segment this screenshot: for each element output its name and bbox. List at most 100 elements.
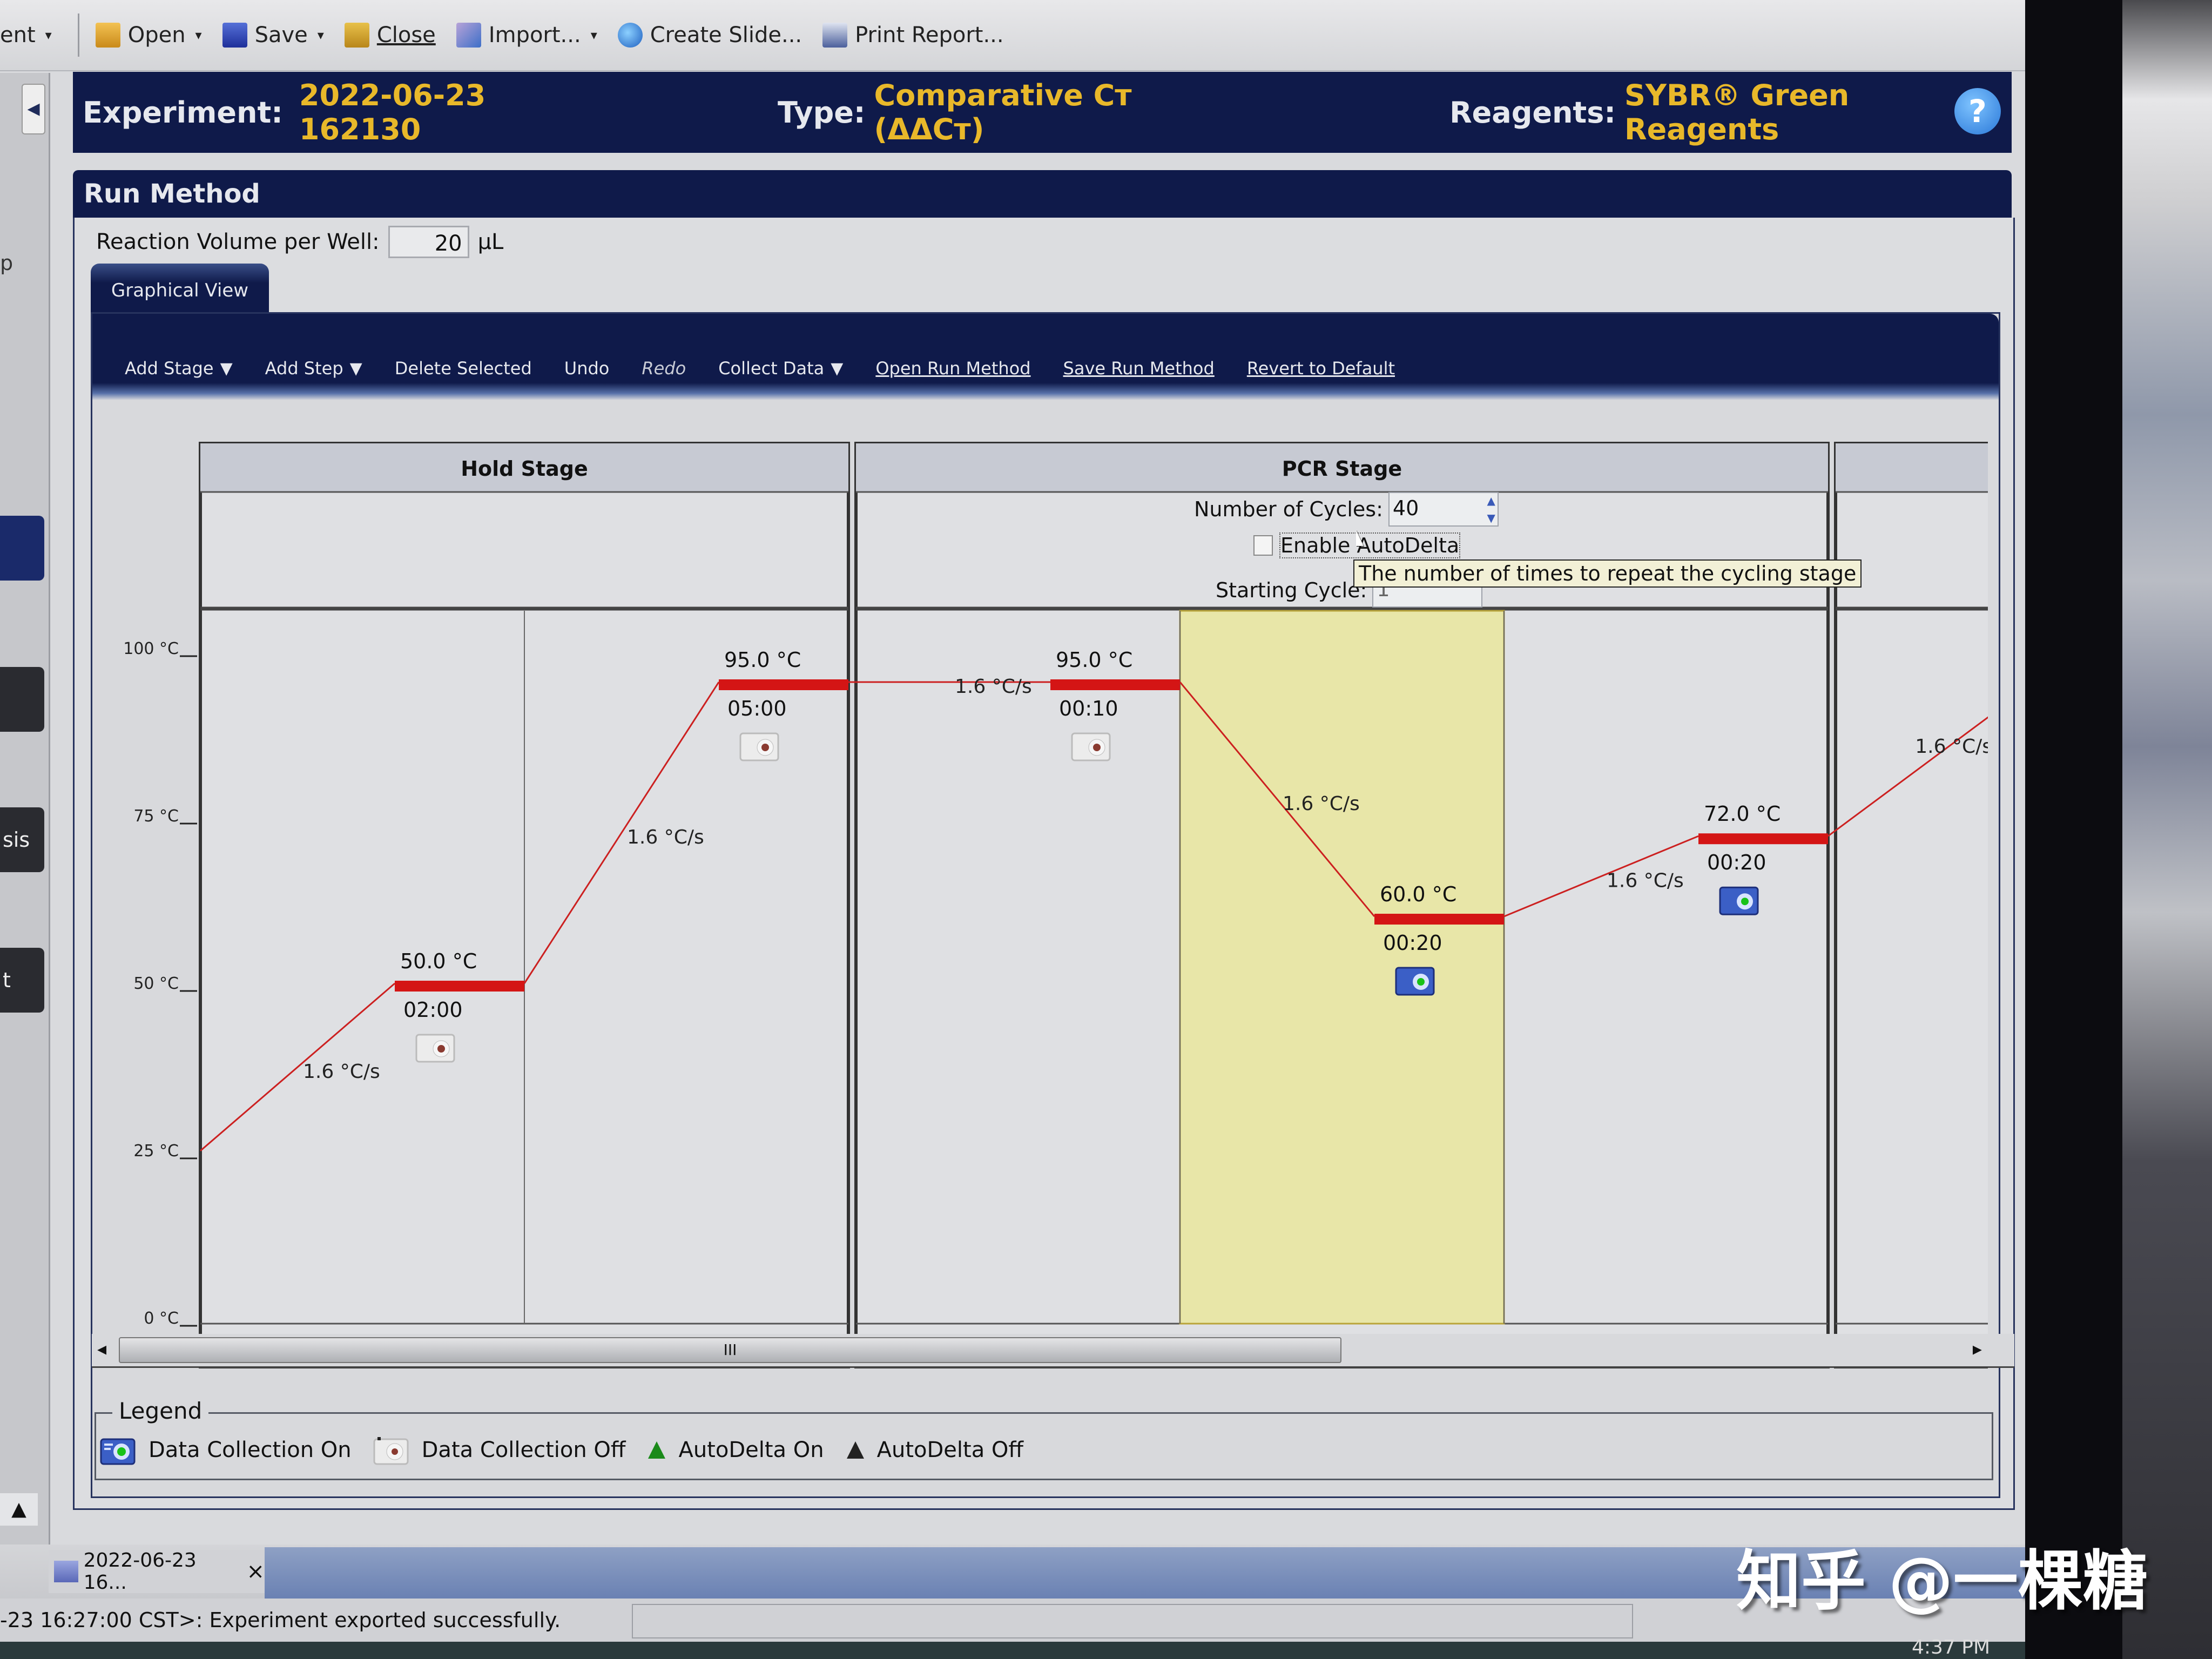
legend-label-data-collection-off: Data Collection Off [421,1438,626,1462]
close-icon[interactable]: × [246,1559,265,1584]
legend-title: Legend [112,1398,209,1424]
stage-title: PCR Stage [1282,457,1402,481]
experiment-banner: Experiment: 2022-06-23 162130 Type: Comp… [73,72,2012,153]
globe-slide-icon [617,23,643,48]
autodelta-label[interactable]: Enable AutoDelta [1279,532,1461,558]
printer-icon [822,23,848,48]
chevron-down-icon: ▾ [195,28,202,43]
redo-button[interactable]: Redo [642,358,686,379]
reaction-volume-row: Reaction Volume per Well: 20 µL [96,223,503,261]
collect-data-button[interactable]: Collect Data ▼ [718,358,843,379]
chevron-down-icon: ▾ [45,28,52,43]
camera-lens-center [437,1045,445,1053]
legend-label-data-collection-on: Data Collection On [149,1438,352,1462]
revert-to-default-button[interactable]: Revert to Default [1247,358,1395,379]
help-button[interactable]: ? [1954,88,2001,134]
action-label: Open Run Method [875,358,1031,379]
camera-lens-center [761,744,769,751]
hold-temperature-label: 95.0 °C [724,648,801,672]
folder-open-icon [95,23,120,48]
y-tick-label: 25 °C [133,1142,179,1161]
toolbar-menu-label: ent [0,23,36,48]
cycles-row: Number of Cycles: 40 ▲ ▼ [1194,492,1499,527]
hold-time-label: 00:10 [1059,697,1118,720]
nav-button-active[interactable] [0,516,44,581]
create-slide-button[interactable]: Create Slide... [617,23,802,48]
collapse-nav-button[interactable]: ◀ [22,84,45,134]
add-stage-button[interactable]: Add Stage ▼ [125,358,233,379]
document-tab[interactable]: 2022-06-23 16... × [49,1549,265,1594]
open-run-method-button[interactable]: Open Run Method [875,358,1030,379]
camera-lens-center [1417,978,1425,986]
reaction-volume-unit: µL [477,230,504,254]
hold-bar [1050,679,1180,690]
hold-bar [1374,914,1504,925]
os-taskbar [0,1642,2031,1659]
open-button[interactable]: Open ▾ [95,23,202,48]
import-button[interactable]: Import... ▾ [456,23,597,48]
nav-button-analysis[interactable]: sis [0,807,44,872]
nav-button[interactable] [0,667,44,732]
save-button[interactable]: Save ▾ [222,23,324,48]
legend: Legend Data Collection On Data Collectio… [95,1398,1993,1480]
action-label: Save Run Method [1063,358,1215,379]
legend-label-autodelta-on: AutoDelta On [678,1438,824,1462]
hold-time-label: 00:20 [1383,931,1442,955]
close-button[interactable]: Close [344,23,436,48]
reaction-volume-input[interactable]: 20 [388,226,469,258]
add-step-button[interactable]: Add Step ▼ [265,358,362,379]
monitor-screen: ent ▾ Open ▾ Save ▾ Close Import... ▾ Create… [0,0,2031,1659]
delete-selected-button[interactable]: Delete Selected [395,358,532,379]
chart-horizontal-scrollbar[interactable]: ◂ III ▸ [92,1334,2014,1368]
print-report-label: Print Report... [855,23,1004,48]
scroll-left-icon[interactable]: ◂ [97,1338,106,1360]
background-photo [2122,0,2212,1659]
run-method-panel: Reaction Volume per Well: 20 µL Graphica… [73,218,2015,1510]
hold-time-label: 00:20 [1707,851,1766,874]
spinner-up-icon[interactable]: ▲ [1487,494,1495,507]
cycles-label: Number of Cycles: [1194,497,1383,521]
camera-on-icon [1395,967,1435,996]
scroll-right-icon[interactable]: ▸ [1973,1338,1982,1360]
left-navigation: ◀ p sis t ▲ [0,73,50,1553]
reagents-label: Reagents: [1449,95,1616,130]
taskbar-clock: 4:37 PM [1912,1636,1991,1658]
action-label: Add Stage [125,358,214,379]
chevron-down-icon: ▾ [317,28,324,43]
hold-temperature-label: 72.0 °C [1704,802,1781,826]
camera-off-icon [739,732,779,761]
experiment-label: Experiment: [83,95,283,130]
create-slide-label: Create Slide... [650,23,802,48]
autodelta-checkbox[interactable] [1253,535,1273,556]
floppy-disk-icon [222,23,247,48]
hold-bar [1698,833,1828,845]
type-value: Comparative Cт (ΔΔCт) [874,78,1132,146]
undo-button[interactable]: Undo [564,358,610,379]
camera-off-icon [373,1437,409,1465]
run-method-actions: Add Stage ▼ Add Step ▼ Delete Selected Und… [92,314,1999,400]
triangle-black-icon [846,1441,864,1459]
chevron-down-icon: ▾ [590,28,597,43]
cycles-tooltip: The number of times to repeat the cyclin… [1353,559,1862,588]
camera-lens-center [1741,898,1749,906]
monitor-bezel [2025,0,2133,1659]
toolbar-menu-fragment[interactable]: ent ▾ [0,23,52,48]
cycles-spinner[interactable]: 40 ▲ ▼ [1388,492,1499,527]
nav-button-export[interactable]: t [0,948,44,1013]
print-report-button[interactable]: Print Report... [822,23,1004,48]
y-tick-label: 0 °C [144,1309,179,1328]
nav-scroll-up-button[interactable]: ▲ [0,1493,38,1526]
save-run-method-button[interactable]: Save Run Method [1063,358,1215,379]
ramp-rate-label: 1.6 °C/s [303,1061,380,1083]
spinner-down-icon[interactable]: ▼ [1487,511,1495,524]
status-message: -23 16:27:00 CST>: Experiment exported s… [0,1608,561,1632]
scroll-thumb[interactable]: III [119,1337,1341,1363]
save-label: Save [254,23,308,48]
selected-step-highlight [1179,610,1505,1325]
import-label: Import... [488,23,581,48]
tab-graphical-view[interactable]: Graphical View [91,264,269,312]
chevron-left-icon: ◀ [27,99,40,118]
ramp-rate-label: 1.6 °C/s [955,676,1032,698]
action-label: Collect Data [718,358,825,379]
toolbar-separator [77,14,79,57]
